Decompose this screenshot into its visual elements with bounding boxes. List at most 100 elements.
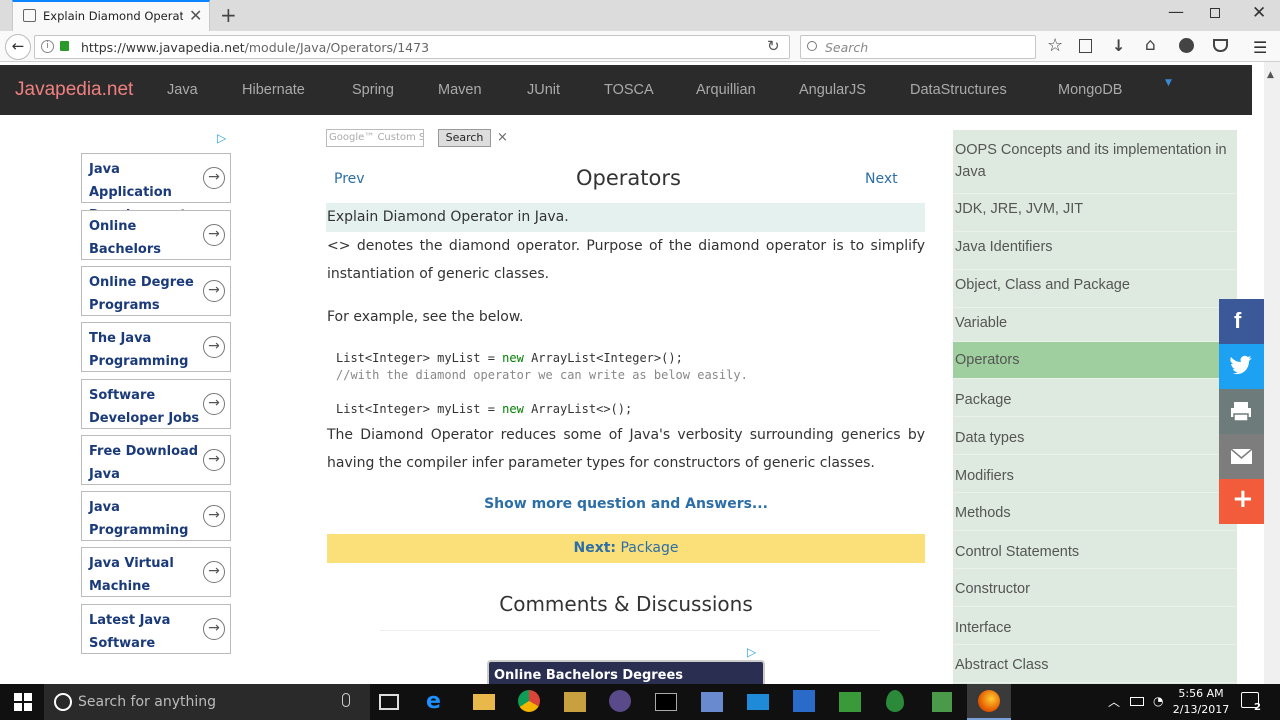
code-line: List<Integer> myList = new ArrayList<>()… <box>336 402 632 416</box>
ad-link-label: Java Virtual Machine <box>89 556 174 594</box>
wifi-icon[interactable]: ◔ <box>1153 694 1163 708</box>
visual-studio-code-icon[interactable] <box>793 690 815 712</box>
sidebar-item-active[interactable]: Operators <box>953 342 1237 379</box>
code-text: List<Integer> myList = <box>336 402 503 416</box>
new-tab-button[interactable]: + <box>220 3 237 27</box>
share-twitter-button[interactable] <box>1219 344 1264 389</box>
terminal-icon[interactable] <box>655 693 677 711</box>
nav-mongodb[interactable]: MongoDB <box>1058 82 1122 98</box>
sidebar-item[interactable]: Control Statements <box>953 531 1237 569</box>
file-explorer-icon[interactable] <box>473 694 495 710</box>
adchoices-icon[interactable]: ▷ <box>747 645 756 659</box>
show-more-link[interactable]: Show more question and Answers... <box>327 496 925 512</box>
leaf-app-icon[interactable] <box>886 690 904 712</box>
site-logo[interactable]: Javapedia.net <box>15 79 133 101</box>
edge-icon[interactable]: e <box>426 690 452 714</box>
messaging-icon[interactable] <box>747 694 769 710</box>
sidebar-item[interactable]: Interface <box>953 607 1237 645</box>
next-topic-link[interactable]: Package <box>620 540 678 556</box>
nav-hibernate[interactable]: Hibernate <box>242 82 305 98</box>
microphone-icon[interactable] <box>342 693 350 707</box>
clear-search-icon[interactable]: × <box>497 130 508 145</box>
window-minimize-button[interactable]: — <box>1168 2 1184 21</box>
nav-tosca[interactable]: TOSCA <box>604 82 654 98</box>
adchoices-icon[interactable]: ▷ <box>217 131 226 145</box>
prev-link[interactable]: Prev <box>334 171 365 187</box>
browser-search-bar[interactable]: Search <box>800 35 1036 59</box>
ad-link[interactable]: Software Developer Jobs → <box>81 379 231 429</box>
task-view-icon[interactable] <box>379 694 399 710</box>
window-restore-button[interactable] <box>1210 8 1220 18</box>
nav-arquillian[interactable]: Arquillian <box>696 82 756 98</box>
tab-close-icon[interactable]: ✕ <box>189 6 202 25</box>
browser-tab[interactable]: Explain Diamond Operator... ✕ <box>12 0 210 31</box>
share-facebook-button[interactable]: f <box>1219 299 1264 344</box>
sidebar-item[interactable]: Abstract Class <box>953 645 1237 683</box>
nav-java[interactable]: Java <box>167 82 198 98</box>
share-print-button[interactable] <box>1219 389 1264 434</box>
url-bar[interactable]: i https://www.javapedia.net/module/Java/… <box>34 35 790 59</box>
ad-link[interactable]: Java Programming → <box>81 491 231 541</box>
ad-banner[interactable]: Online Bachelors Degrees <box>487 660 765 684</box>
next-label: Next: <box>573 540 617 556</box>
nav-maven[interactable]: Maven <box>438 82 482 98</box>
ad-link[interactable]: Java Virtual Machine → <box>81 547 231 597</box>
nav-junit[interactable]: JUnit <box>527 82 560 98</box>
code-text: ArrayList<>(); <box>523 402 633 416</box>
network-app-icon[interactable] <box>701 692 723 712</box>
nav-more-caret-icon[interactable]: ▼ <box>1165 78 1172 88</box>
sidebar-item[interactable]: Object, Class and Package <box>953 270 1237 308</box>
tray-chevron-icon[interactable]: ︿ <box>1108 693 1120 710</box>
next-topic-bar[interactable]: Next: Package <box>327 534 925 563</box>
sidebar-item[interactable]: Data types <box>953 417 1237 455</box>
back-button[interactable]: ← <box>5 34 31 60</box>
home-icon[interactable]: ⌂ <box>1145 35 1156 55</box>
custom-search-input[interactable]: Google™ Custom Search <box>326 129 424 147</box>
ad-link[interactable]: Latest Java Software → <box>81 604 231 654</box>
image-viewer-icon[interactable] <box>839 692 861 712</box>
ad-link[interactable]: Online Bachelors → <box>81 210 231 260</box>
ad-link-label: Online Bachelors <box>89 219 161 257</box>
nav-angularjs[interactable]: AngularJS <box>799 82 866 98</box>
taskbar-search[interactable]: Search for anything <box>44 684 370 720</box>
sidebar-item[interactable]: Constructor <box>953 569 1237 607</box>
reload-icon[interactable]: ↻ <box>767 37 780 55</box>
sidebar-item[interactable]: OOPS Concepts and its implementation in … <box>953 138 1237 194</box>
download-icon[interactable]: ↓ <box>1112 36 1125 55</box>
next-link[interactable]: Next <box>865 171 898 187</box>
window-close-button[interactable]: ✕ <box>1252 3 1266 23</box>
sidebar-item[interactable]: Package <box>953 379 1237 417</box>
info-icon[interactable]: i <box>41 40 54 53</box>
ad-link[interactable]: The Java Programming → <box>81 322 231 372</box>
sidebar-item[interactable]: Methods <box>953 493 1237 531</box>
eclipse-icon[interactable] <box>609 690 631 712</box>
notification-count: 2 <box>1254 702 1261 713</box>
firefox-taskbar-button[interactable] <box>967 684 1011 720</box>
sidebar-item[interactable]: Variable <box>953 308 1237 342</box>
nav-spring[interactable]: Spring <box>352 82 394 98</box>
system-clock[interactable]: 5:56 AM 2/13/2017 <box>1170 686 1232 718</box>
sidebar-item[interactable]: Java Identifiers <box>953 232 1237 270</box>
notepad-icon[interactable] <box>932 692 952 712</box>
battery-icon[interactable] <box>1130 697 1144 706</box>
menu-icon[interactable]: ☰ <box>1253 38 1267 57</box>
ad-link[interactable]: Online Degree Programs → <box>81 266 231 316</box>
scroll-up-arrow-icon[interactable]: ▲ <box>1267 70 1274 80</box>
chrome-icon[interactable] <box>518 690 540 712</box>
reading-list-icon[interactable] <box>1079 39 1092 53</box>
bookmark-star-icon[interactable]: ☆ <box>1047 35 1063 56</box>
app-icon[interactable] <box>564 692 586 712</box>
sidebar-item[interactable]: JDK, JRE, JVM, JIT <box>953 194 1237 232</box>
sidebar-item[interactable]: Modifiers <box>953 455 1237 493</box>
windows-start-icon[interactable] <box>14 693 32 711</box>
page-scrollbar[interactable]: ▲ <box>1264 62 1280 684</box>
custom-search-button[interactable]: Search <box>438 129 491 147</box>
pocket-icon[interactable] <box>1213 39 1228 52</box>
ad-link[interactable]: Java Application Development→ <box>81 153 231 223</box>
share-more-button[interactable]: + <box>1219 479 1264 524</box>
nav-datastructures[interactable]: DataStructures <box>910 82 1007 98</box>
share-email-button[interactable] <box>1219 434 1264 479</box>
arrow-circle-icon: → <box>203 280 225 302</box>
ad-link[interactable]: Free Download Java → <box>81 435 231 485</box>
chat-icon[interactable] <box>1179 38 1194 53</box>
